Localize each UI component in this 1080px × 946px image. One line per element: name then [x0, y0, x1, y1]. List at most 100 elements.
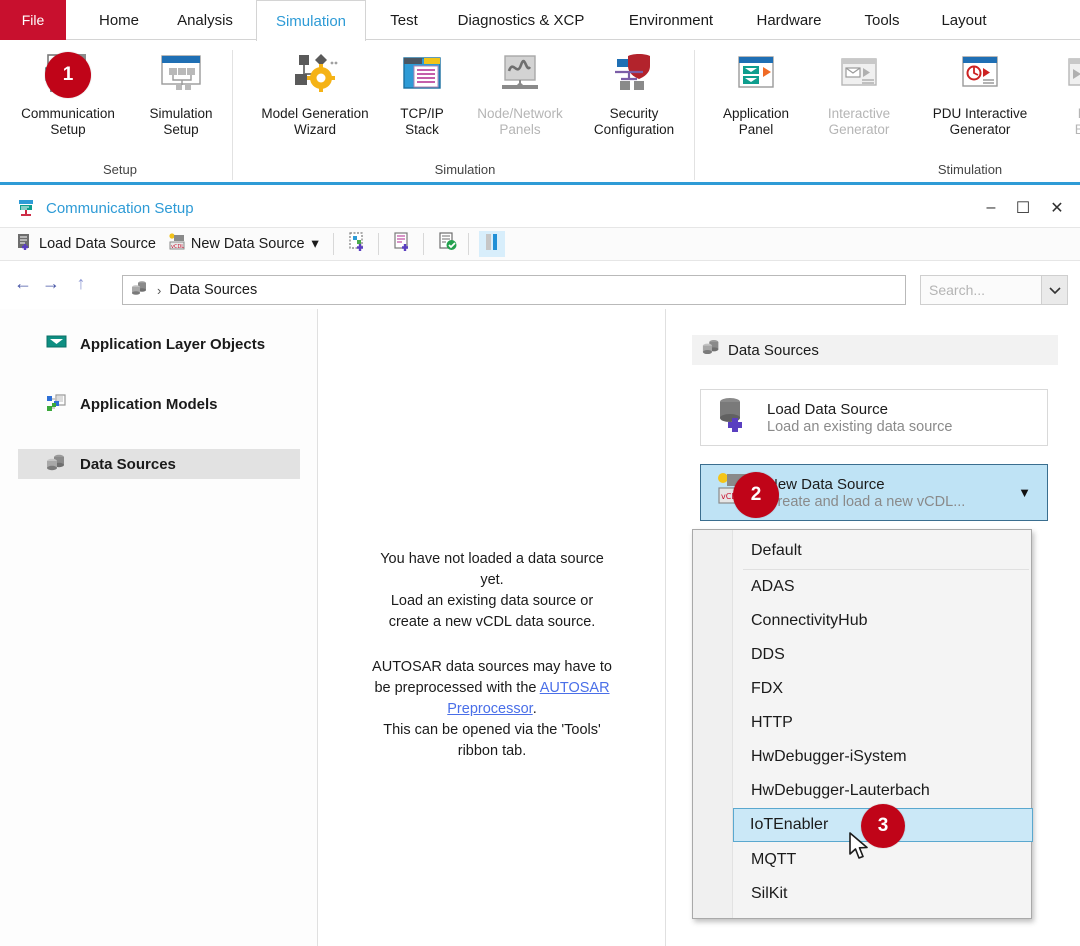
ribbon-tab-environment[interactable]: Environment	[608, 0, 734, 40]
nav-back-button[interactable]: ←	[14, 273, 32, 294]
sidebar-item-data-sources[interactable]: Data Sources	[18, 449, 300, 479]
toolbar-new-data-source-button[interactable]: vCDL New Data Source ▾	[164, 230, 323, 258]
empty-state-line-1: You have not loaded a data source	[380, 551, 604, 567]
toolbar-add-node-button[interactable]	[344, 230, 372, 258]
sidebar-item-application-models[interactable]: Application Models	[18, 389, 300, 419]
search-dropdown-button[interactable]	[1041, 276, 1067, 304]
dialog-title-text: Communication Setup	[46, 199, 194, 217]
nav-up-button[interactable]: ↑	[72, 273, 90, 294]
nav-forward-button[interactable]: →	[42, 273, 60, 294]
ribbon-button-application-panel[interactable]: Application Panel	[706, 46, 806, 161]
step-badge-2-number: 2	[750, 484, 762, 505]
ribbon-tab-tools[interactable]: Tools	[846, 0, 918, 40]
dropdown-item-silkit[interactable]: SilKit	[735, 877, 1031, 911]
breadcrumb-current-label: Data Sources	[169, 282, 258, 298]
ribbon-tab-test[interactable]: Test	[374, 0, 434, 40]
ribbon-button-model-generation-wizard[interactable]: Model Generation Wizard	[248, 46, 382, 161]
ribbon-tab-analysis[interactable]: Analysis	[160, 0, 250, 40]
autosar-preprocessor-link-part2[interactable]: Preprocessor	[447, 701, 532, 717]
dropdown-item-connectivityhub[interactable]: ConnectivityHub	[735, 604, 1031, 638]
data-sources-icon	[131, 279, 149, 302]
autosar-note-line-2: be preprocessed with the AUTOSAR	[318, 678, 666, 699]
chevron-down-icon[interactable]: ▼	[1018, 485, 1031, 500]
breadcrumb-separator: ›	[157, 282, 162, 298]
dialog-toolbar: Load Data Source vCDL New Data Source ▾	[0, 227, 1080, 261]
communication-setup-icon	[16, 198, 36, 218]
ribbon-tab-simulation[interactable]: Simulation	[256, 0, 366, 41]
ribbon-tab-diagnostics-xcp[interactable]: Diagnostics & XCP	[440, 0, 602, 40]
ribbon-tab-strip: File Home Analysis Simulation Test Diagn…	[0, 0, 1080, 41]
ribbon-content: Communication Setup Simulation Setup Mod…	[0, 40, 1080, 185]
close-button[interactable]: ✕	[1034, 189, 1080, 227]
ribbon-button-model-generation-wizard-label: Model Generation Wizard	[261, 106, 369, 137]
autosar-note-period: .	[532, 701, 537, 717]
command-card-load-title: Load Data Source	[767, 400, 888, 418]
ribbon-tab-hardware[interactable]: Hardware	[740, 0, 838, 40]
ribbon-tab-test-label: Test	[390, 11, 418, 29]
ribbon-button-panel-builder[interactable]: Pa Buil	[1046, 46, 1080, 161]
dropdown-item-fdx[interactable]: FDX	[735, 672, 1031, 706]
command-card-new-subtitle: Create and load a new vCDL...	[767, 493, 966, 510]
application-layer-objects-icon	[46, 333, 68, 355]
data-sources-icon	[702, 338, 722, 362]
command-card-load-data-source[interactable]: Load Data Source Load an existing data s…	[700, 389, 1048, 446]
toolbar-validate-button[interactable]	[434, 230, 462, 258]
ribbon-group-label-setup: Setup	[103, 162, 137, 177]
autosar-preprocessor-link-part1[interactable]: AUTOSAR	[540, 680, 610, 696]
ribbon-tab-home-label: Home	[98, 11, 139, 29]
chevron-down-icon[interactable]: ▾	[312, 236, 319, 252]
node-network-panels-icon	[494, 46, 546, 102]
ribbon-button-interactive-generator[interactable]: Interactive Generator	[806, 46, 912, 161]
dropdown-item-default[interactable]: Default	[735, 534, 1031, 568]
dropdown-item-hwdebugger-lauterbach[interactable]: HwDebugger-Lauterbach	[735, 774, 1031, 808]
sidebar-item-data-sources-label: Data Sources	[80, 455, 176, 473]
autosar-note-prefix: be preprocessed with the	[374, 680, 540, 696]
dropdown-item-adas[interactable]: ADAS	[735, 570, 1031, 604]
ribbon-tab-tools-label: Tools	[864, 11, 900, 29]
dropdown-item-adas-label: ADAS	[751, 578, 795, 595]
autosar-note-line-5: ribbon tab.	[457, 743, 527, 759]
ribbon-button-security-configuration[interactable]: Security Configuration	[578, 46, 690, 161]
command-pane-header: Data Sources	[692, 335, 1058, 365]
dropdown-item-fdx-label: FDX	[751, 680, 783, 697]
ribbon-tab-layout[interactable]: Layout	[924, 0, 1004, 40]
autosar-note-line-3: Preprocessor.	[318, 699, 666, 720]
ribbon-tab-file-label: File	[21, 12, 45, 28]
search-input-wrapper[interactable]: Search...	[920, 275, 1068, 305]
empty-state-message: You have not loaded a data source yet. L…	[318, 549, 666, 633]
dropdown-item-http-label: HTTP	[751, 714, 793, 731]
search-input[interactable]: Search...	[921, 282, 985, 298]
interactive-generator-icon	[834, 46, 884, 102]
data-sources-icon	[46, 453, 68, 475]
dropdown-item-dds[interactable]: DDS	[735, 638, 1031, 672]
ribbon-button-pdu-interactive-generator[interactable]: PDU Interactive Generator	[914, 46, 1046, 161]
add-document-icon	[393, 231, 413, 257]
sidebar-item-application-layer-objects-label: Application Layer Objects	[80, 335, 266, 353]
ribbon-button-tcpip-stack[interactable]: TCP/IP Stack	[382, 46, 462, 161]
ribbon-button-node-network-panels[interactable]: Node/Network Panels	[462, 46, 578, 161]
dropdown-item-hwdebugger-isystem-label: HwDebugger-iSystem	[751, 748, 907, 765]
ribbon-tab-file[interactable]: File	[0, 0, 66, 40]
empty-state-autosar-note: AUTOSAR data sources may have to be prep…	[318, 657, 666, 762]
ribbon-tab-home[interactable]: Home	[84, 0, 154, 40]
minimize-icon: –	[986, 199, 996, 216]
dropdown-item-mqtt[interactable]: MQTT	[735, 843, 1031, 877]
new-data-source-icon: vCDL	[168, 232, 186, 256]
breadcrumb-address-bar[interactable]: › Data Sources	[122, 275, 906, 305]
toolbar-add-document-button[interactable]	[389, 230, 417, 258]
sidebar-item-application-layer-objects[interactable]: Application Layer Objects	[18, 329, 300, 359]
ribbon-button-simulation-setup[interactable]: Simulation Setup	[126, 46, 236, 161]
ribbon-button-simulation-setup-label: Simulation Setup	[149, 106, 213, 137]
toolbar-load-data-source-label: Load Data Source	[39, 236, 156, 252]
dropdown-item-hwdebugger-isystem[interactable]: HwDebugger-iSystem	[735, 740, 1031, 774]
toolbar-load-data-source-button[interactable]: Load Data Source	[12, 230, 160, 258]
panel-builder-icon	[1061, 46, 1080, 102]
toolbar-panel-toggle-button[interactable]	[478, 231, 505, 257]
ribbon-group-label-stimulation: Stimulation	[937, 162, 1003, 177]
dropdown-item-silkit-label: SilKit	[751, 885, 788, 902]
application-panel-icon	[731, 46, 781, 102]
ribbon-tab-environment-label: Environment	[628, 11, 714, 29]
toolbar-divider-3	[422, 233, 424, 255]
dropdown-item-http[interactable]: HTTP	[735, 706, 1031, 740]
ribbon-tab-diagnostics-xcp-label: Diagnostics & XCP	[457, 11, 585, 29]
